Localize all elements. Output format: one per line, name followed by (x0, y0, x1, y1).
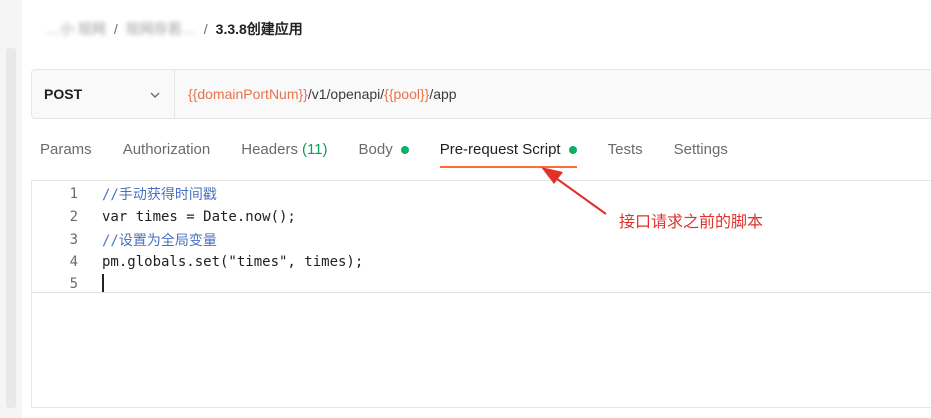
annotation-label: 接口请求之前的脚本 (619, 212, 764, 231)
annotation-arrow-icon (541, 167, 607, 215)
